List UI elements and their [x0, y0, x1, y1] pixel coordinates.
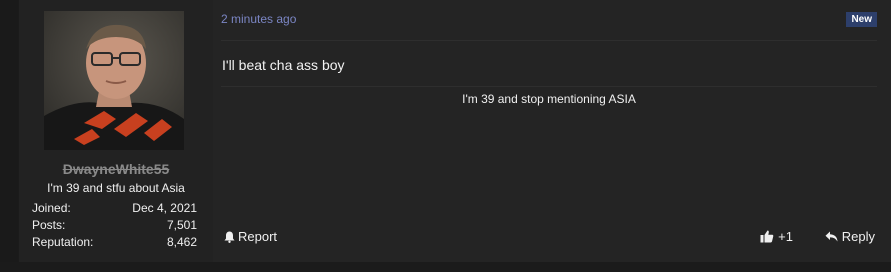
divider [221, 40, 877, 41]
stat-value: 7,501 [166, 218, 197, 232]
page-bottom [0, 262, 891, 272]
post-actions: Report +1 Reply [224, 229, 875, 247]
stat-joined: Joined: Dec 4, 2021 [32, 200, 197, 217]
report-button[interactable]: Report [224, 229, 277, 244]
reply-button[interactable]: Reply [825, 229, 875, 244]
report-label: Report [238, 229, 278, 244]
user-signature: I'm 39 and stop mentioning ASIA [462, 92, 636, 106]
username[interactable]: DwayneWhite55 [19, 161, 213, 177]
like-label: +1 [778, 229, 793, 244]
stat-label: Posts: [32, 218, 66, 232]
user-stats: Joined: Dec 4, 2021 Posts: 7,501 Reputat… [32, 200, 197, 251]
like-button[interactable]: +1 [760, 229, 793, 244]
reply-arrow-icon [825, 231, 838, 242]
stat-value: 8,462 [166, 235, 197, 249]
bell-icon [224, 231, 235, 243]
post-timestamp[interactable]: 2 minutes ago [221, 12, 296, 26]
avatar-photo [44, 11, 184, 150]
stat-value: Dec 4, 2021 [132, 201, 197, 215]
user-avatar[interactable] [44, 11, 184, 150]
message-body: I'll beat cha ass boy [222, 57, 345, 73]
thumbs-up-icon [760, 230, 774, 243]
forum-post: DwayneWhite55 I'm 39 and stfu about Asia… [19, 0, 891, 263]
signature-divider [221, 86, 877, 87]
new-badge: New [846, 12, 877, 27]
user-title: I'm 39 and stfu about Asia [47, 181, 185, 195]
stat-reputation: Reputation: 8,462 [32, 234, 197, 251]
stat-label: Reputation: [32, 235, 94, 249]
stat-label: Joined: [32, 201, 71, 215]
page-margin [0, 0, 18, 272]
stat-posts: Posts: 7,501 [32, 217, 197, 234]
user-sidebar: DwayneWhite55 I'm 39 and stfu about Asia… [19, 0, 213, 262]
reply-label: Reply [841, 229, 875, 244]
